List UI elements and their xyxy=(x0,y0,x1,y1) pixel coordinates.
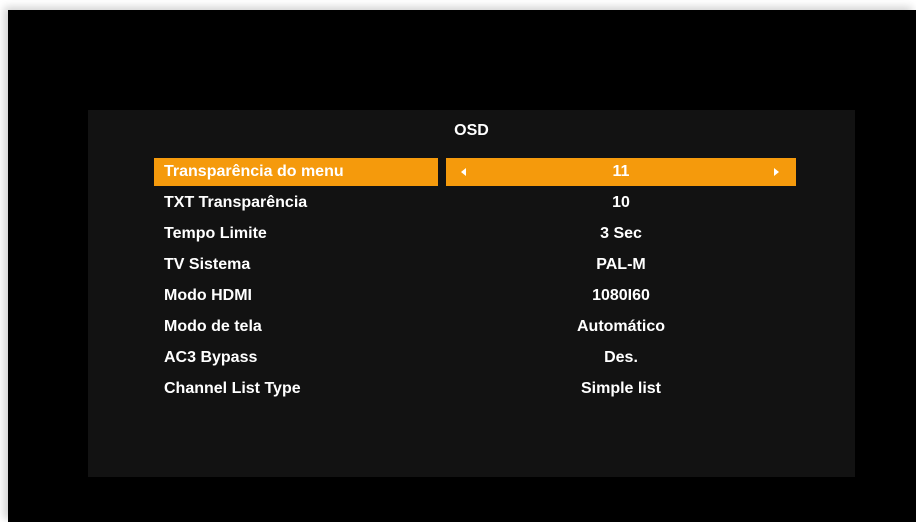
menu-row-value: 11 xyxy=(612,163,630,180)
value-selector: Automático xyxy=(446,313,796,341)
menu-row-channel-list-type[interactable]: Channel List Type Simple list xyxy=(154,375,796,403)
menu-row-menu-transparency[interactable]: Transparência do menu 11 xyxy=(154,158,796,186)
value-selector[interactable]: 11 xyxy=(446,158,796,186)
menu-row-label: Transparência do menu xyxy=(154,158,438,186)
tv-screen: OSD Transparência do menu 11 TXT Transpa… xyxy=(8,10,916,522)
value-selector: 10 xyxy=(446,189,796,217)
menu-row-txt-transparency[interactable]: TXT Transparência 10 xyxy=(154,189,796,217)
menu-row-label: Modo de tela xyxy=(164,318,262,335)
menu-row-hdmi-mode[interactable]: Modo HDMI 1080I60 xyxy=(154,282,796,310)
value-selector: PAL-M xyxy=(446,251,796,279)
menu-row-value: Simple list xyxy=(580,380,662,397)
osd-settings-panel: OSD Transparência do menu 11 TXT Transpa… xyxy=(88,110,855,477)
menu-row-label: Channel List Type xyxy=(164,380,301,397)
menu-row-label: AC3 Bypass xyxy=(164,349,258,366)
value-selector: Des. xyxy=(446,344,796,372)
menu-row-tv-system[interactable]: TV Sistema PAL-M xyxy=(154,251,796,279)
arrow-right-icon[interactable] xyxy=(774,168,779,176)
menu-row-value: Des. xyxy=(604,349,638,366)
menu-row-label: TXT Transparência xyxy=(164,194,308,211)
menu-row-time-limit[interactable]: Tempo Limite 3 Sec xyxy=(154,220,796,248)
menu-row-value: 10 xyxy=(612,194,630,211)
menu-row-ac3-bypass[interactable]: AC3 Bypass Des. xyxy=(154,344,796,372)
value-selector: 1080I60 xyxy=(446,282,796,310)
menu-row-screen-mode[interactable]: Modo de tela Automático xyxy=(154,313,796,341)
menu-row-value: 1080I60 xyxy=(592,287,650,304)
menu-row-label: TV Sistema xyxy=(164,256,251,273)
value-selector: Simple list xyxy=(446,375,796,403)
menu-row-value: Automático xyxy=(577,318,665,335)
menu-row-label: Tempo Limite xyxy=(164,225,267,242)
menu-row-value: PAL-M xyxy=(596,256,646,273)
menu-row-value: 3 Sec xyxy=(600,225,642,242)
value-selector: 3 Sec xyxy=(446,220,796,248)
menu-row-label: Modo HDMI xyxy=(164,287,252,304)
menu-title: OSD xyxy=(454,122,489,139)
